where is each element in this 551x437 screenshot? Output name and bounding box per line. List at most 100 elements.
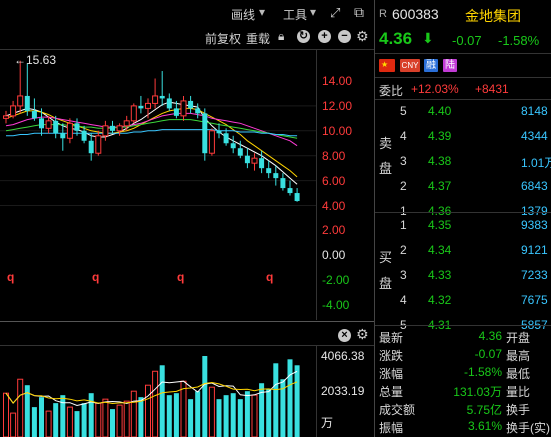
volume-bar <box>251 394 258 437</box>
draw-lines-button[interactable]: 画线 <box>231 6 255 23</box>
event-marker[interactable]: q <box>266 270 273 284</box>
volume-bar <box>195 391 201 437</box>
zoom-out-icon[interactable]: − <box>338 30 351 43</box>
event-marker[interactable]: q <box>177 270 184 284</box>
order-price: 4.38 <box>428 154 452 168</box>
window-layout-icon[interactable]: ⧉ <box>354 4 364 21</box>
badge-divider <box>375 77 551 78</box>
stat-label: 换手(实) <box>506 421 550 435</box>
connect-badge: 陆 <box>443 59 457 72</box>
tools-button[interactable]: 工具 <box>283 6 307 23</box>
dropdown-arrow-icon[interactable]: ▾ <box>310 5 316 19</box>
order-volume: 4344 <box>521 129 548 143</box>
zoom-in-icon[interactable]: + <box>318 30 331 43</box>
volume-tick: 2033.19 <box>321 384 365 398</box>
order-volume: 1.01万 <box>521 156 551 170</box>
volume-bar <box>266 389 272 437</box>
candle <box>152 78 159 109</box>
candle <box>166 93 172 111</box>
volume-bar <box>45 410 52 437</box>
volume-chart[interactable] <box>0 346 316 437</box>
candle <box>88 133 94 161</box>
volume-bar <box>273 363 279 437</box>
close-icon[interactable]: × <box>338 329 351 342</box>
candle <box>138 95 144 114</box>
fullscreen-icon[interactable]: ⤢ <box>330 5 340 21</box>
volume-bar <box>287 359 293 437</box>
currency-badge: CNY <box>400 59 420 72</box>
candle <box>116 123 123 136</box>
volume-bar <box>102 398 109 437</box>
lock-icon[interactable]: 🔒︎ <box>278 29 284 44</box>
ma-line-ma10 <box>5 107 298 178</box>
volume-bar <box>244 391 250 437</box>
stat-value: 131.03万 <box>453 385 502 399</box>
stat-label: 换手 <box>506 403 531 417</box>
order-volume: 6843 <box>521 179 548 193</box>
overlay-button[interactable]: 重载 <box>246 30 270 47</box>
candle <box>287 180 293 196</box>
current-price: 4.36 <box>379 29 413 48</box>
sell-side-label: 卖 <box>379 136 393 151</box>
event-marker[interactable]: q <box>7 270 14 284</box>
price-tick: 12.00 <box>322 98 353 113</box>
price-tick: 10.00 <box>322 123 353 138</box>
order-level: 1 <box>400 218 407 232</box>
volume-unit: 万 <box>321 416 334 430</box>
volume-bar <box>39 397 44 437</box>
volume-axis-divider <box>316 346 317 437</box>
volume-bar <box>208 386 215 437</box>
stock-code: 600383 <box>392 6 439 22</box>
order-price: 4.32 <box>428 293 452 307</box>
order-level: 1 <box>400 204 407 218</box>
candle <box>244 148 250 169</box>
max-price-marker: ←15.63 <box>14 53 57 67</box>
order-level: 4 <box>400 293 407 307</box>
volume-bar <box>294 365 300 437</box>
order-volume: 9383 <box>521 218 548 232</box>
volume-bar <box>223 395 229 437</box>
cycle-icon[interactable]: ↻ <box>297 30 310 43</box>
stat-value: -0.07 <box>474 347 502 361</box>
candle <box>266 160 272 179</box>
volume-bar <box>216 399 222 437</box>
candle <box>280 173 286 191</box>
stat-value: 5.75亿 <box>466 403 502 417</box>
stat-label: 最低 <box>506 367 531 381</box>
order-price: 4.36 <box>428 204 452 218</box>
stat-label: 振幅 <box>379 421 404 435</box>
stat-label: 最高 <box>506 349 531 363</box>
price-tick: 0.00 <box>322 248 346 263</box>
volume-bar <box>259 383 265 437</box>
sell-side-label: 盘 <box>379 161 393 176</box>
price-tick: 14.00 <box>322 74 353 88</box>
candle <box>17 60 24 114</box>
event-marker[interactable]: q <box>92 270 99 284</box>
gear-icon[interactable]: ⚙ <box>356 28 369 45</box>
volume-bar <box>237 399 243 437</box>
book-divider <box>375 212 551 213</box>
volume-bar <box>95 402 102 437</box>
book-stats-divider <box>375 325 551 326</box>
price-tick: 4.00 <box>322 198 346 213</box>
dropdown-arrow-icon[interactable]: ▾ <box>259 5 265 19</box>
order-volume: 8148 <box>521 104 548 118</box>
header-divider <box>375 53 551 54</box>
adjust-mode-button[interactable]: 前复权 <box>205 30 241 47</box>
order-volume: 7675 <box>521 293 548 307</box>
order-volume: 1379 <box>521 204 548 218</box>
stat-label: 开盘 <box>506 331 531 345</box>
order-level: 4 <box>400 129 407 143</box>
candle <box>3 110 9 124</box>
price-tick: 6.00 <box>322 173 346 188</box>
candle <box>230 135 236 154</box>
order-price: 4.34 <box>428 243 452 257</box>
order-price: 4.35 <box>428 218 452 232</box>
volume-bar <box>110 409 115 437</box>
volume-bar <box>138 397 144 437</box>
gear-icon[interactable]: ⚙ <box>356 326 369 343</box>
candle <box>130 103 137 124</box>
candle <box>294 188 300 202</box>
candle <box>180 95 187 121</box>
volume-bar <box>53 403 59 437</box>
